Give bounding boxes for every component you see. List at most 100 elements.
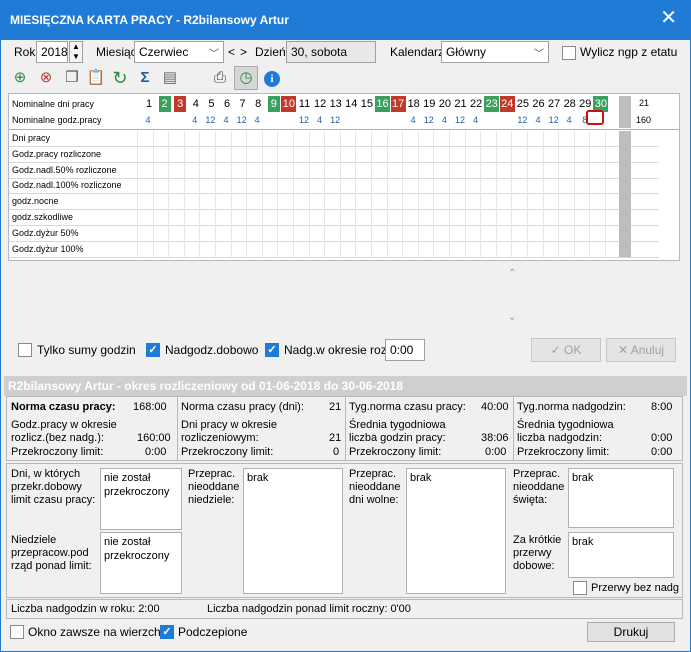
ok-button[interactable]: ✓ OK	[531, 338, 601, 362]
day-number[interactable]: 17	[390, 96, 406, 112]
day-hours-value[interactable]: 12	[204, 115, 216, 125]
sum-icon[interactable]: Σ	[135, 68, 155, 88]
day-hours-value[interactable]: 12	[423, 115, 435, 125]
srednia-value: 38:06	[481, 432, 509, 444]
grid-line	[371, 131, 372, 257]
day-number[interactable]: 19	[422, 96, 437, 112]
paste-icon[interactable]: 📋	[86, 68, 106, 88]
clock-icon[interactable]: ◷	[234, 66, 258, 90]
divider	[177, 397, 178, 460]
day-number[interactable]: 13	[328, 96, 343, 112]
day-hours-value[interactable]: 12	[329, 115, 341, 125]
day-number[interactable]: 5	[205, 96, 217, 112]
row-line	[9, 240, 659, 242]
title-bar: MIESIĘCZNA KARTA PRACY - R2bilansowy Art…	[0, 0, 691, 40]
day-number[interactable]: 15	[359, 96, 374, 112]
total-column-bar	[619, 131, 631, 257]
day-number[interactable]: 16	[375, 96, 390, 112]
document-icon[interactable]: ▤	[160, 68, 180, 88]
day-number[interactable]: 6	[221, 96, 233, 112]
rok-input[interactable]: 2018	[36, 41, 68, 63]
nieodd-niedziele-value: brak	[243, 468, 343, 594]
day-number[interactable]: 25	[515, 96, 530, 112]
day-number[interactable]: 20	[437, 96, 452, 112]
rok-label: Rok	[14, 45, 36, 59]
day-hours-value[interactable]: 4	[189, 115, 201, 125]
day-hours-value[interactable]: 4	[314, 115, 326, 125]
refresh-icon[interactable]: ↻	[110, 68, 130, 88]
day-hours-value[interactable]: 12	[298, 115, 310, 125]
day-number[interactable]: 9	[267, 96, 280, 112]
close-icon[interactable]: ✕	[660, 8, 677, 28]
kalendarz-select[interactable]: Główny ﹀	[441, 41, 549, 63]
podczepione-checkbox[interactable]: ✓	[160, 625, 174, 639]
drukuj-button[interactable]: Drukuj	[587, 622, 675, 642]
grid-line	[464, 131, 466, 257]
day-hours-value[interactable]: 12	[516, 115, 528, 125]
day-number[interactable]: 22	[469, 96, 484, 112]
miesiac-value: Czerwiec	[139, 45, 189, 59]
tylko-sumy-checkbox[interactable]	[18, 343, 32, 357]
day-number[interactable]: 14	[344, 96, 359, 112]
day-hours-value[interactable]: 12	[548, 115, 560, 125]
day-number[interactable]: 4	[190, 96, 202, 112]
prev-month-button[interactable]: <	[228, 45, 235, 59]
next-month-button[interactable]: >	[240, 45, 247, 59]
nadg-okres-input[interactable]: 0:00	[385, 339, 425, 361]
grid-line	[511, 131, 513, 257]
anuluj-button[interactable]: ✕ Anuluj	[606, 338, 676, 362]
day-number[interactable]: 2	[158, 96, 171, 112]
day-number[interactable]: 8	[252, 96, 264, 112]
grid-line	[277, 131, 279, 257]
godz-okres-label: Godz.pracy w okresie rozlicz.(bez nadg.)…	[11, 419, 117, 444]
details-panel: Dni, w których przekr.dobowy limit czasu…	[6, 463, 683, 598]
day-hours-value[interactable]: 4	[407, 115, 419, 125]
przerwy-bez-checkbox[interactable]	[573, 581, 587, 595]
grid-line	[542, 131, 544, 257]
tyg-norma-label: Tyg.norma czasu pracy:	[349, 401, 466, 413]
day-number[interactable]: 18	[406, 96, 421, 112]
day-number[interactable]: 28	[562, 96, 577, 112]
day-number[interactable]: 3	[174, 96, 187, 112]
dzien-label: Dzień	[255, 45, 286, 59]
nadgodz-dobowo-checkbox[interactable]: ✓	[146, 343, 160, 357]
nieodd-dni-value: brak	[406, 468, 506, 594]
day-hours-value[interactable]: 12	[454, 115, 466, 125]
day-hours-value[interactable]: 4	[142, 115, 154, 125]
delete-clock-icon[interactable]: ⊗	[36, 68, 56, 88]
nadg-okres-checkbox[interactable]: ✓	[265, 343, 279, 357]
okno-wierzchu-label: Okno zawsze na wierzchu	[28, 625, 168, 639]
day-hours-value[interactable]: 4	[220, 115, 232, 125]
day-number[interactable]: 27	[547, 96, 562, 112]
print-icon[interactable]: ⎙	[210, 68, 230, 88]
grid-line	[355, 131, 357, 257]
grid-line	[495, 131, 497, 257]
day-number[interactable]: 26	[531, 96, 546, 112]
day-hours-value[interactable]: 4	[438, 115, 450, 125]
rok-spinner[interactable]: ▲ ▼	[69, 41, 83, 63]
scroll-down-icon[interactable]: ⌄	[508, 312, 516, 323]
day-hours-value[interactable]: 4	[532, 115, 544, 125]
day-hours-value[interactable]: 4	[470, 115, 482, 125]
info-icon[interactable]: i	[262, 68, 282, 88]
day-hours-value[interactable]: 4	[563, 115, 575, 125]
wylicz-checkbox[interactable]	[562, 46, 576, 60]
day-number[interactable]: 1	[143, 96, 155, 112]
miesiac-select[interactable]: Czerwiec ﹀	[134, 41, 224, 63]
day-hours-value[interactable]: 4	[251, 115, 263, 125]
scroll-up-icon[interactable]: ⌃	[508, 268, 516, 279]
day-number[interactable]: 11	[297, 96, 312, 112]
day-hours-value[interactable]: 12	[236, 115, 248, 125]
day-number[interactable]: 21	[453, 96, 468, 112]
day-number[interactable]: 23	[484, 96, 500, 112]
okno-wierzchu-checkbox[interactable]	[10, 625, 24, 639]
day-number[interactable]: 7	[237, 96, 249, 112]
day-number[interactable]: 10	[281, 96, 297, 112]
grid-line	[183, 131, 185, 257]
nadg-okres-label: Nadg.w okresie rozl.	[284, 343, 393, 357]
add-clock-icon[interactable]: ⊕	[10, 68, 30, 88]
grid-line	[386, 131, 388, 257]
day-number[interactable]: 12	[313, 96, 328, 112]
day-number[interactable]: 24	[499, 96, 515, 112]
copy-icon[interactable]: ❐	[62, 68, 82, 88]
